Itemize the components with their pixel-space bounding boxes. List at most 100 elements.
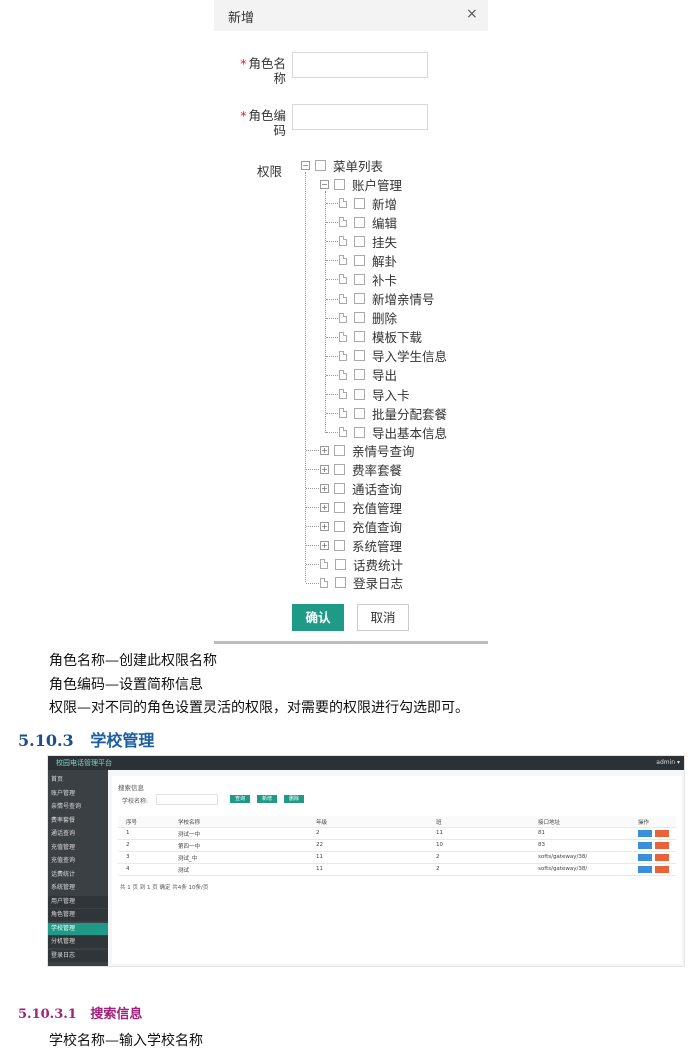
checkbox[interactable] xyxy=(354,216,365,228)
checkbox[interactable] xyxy=(354,388,365,400)
sidebar-item[interactable]: 话费统计 xyxy=(48,869,108,881)
collapse-icon[interactable]: − xyxy=(301,160,310,170)
file-icon xyxy=(339,427,347,438)
tree-node[interactable]: 登录日志 xyxy=(320,574,403,592)
confirm-button[interactable]: 确认 xyxy=(292,604,344,631)
sidebar-item[interactable]: 首页 xyxy=(48,774,108,786)
tree-node[interactable]: 导入学生信息 xyxy=(339,347,447,365)
sidebar-item[interactable]: 充值查询 xyxy=(48,855,108,867)
school-name-input[interactable] xyxy=(156,794,218,805)
tree-node-label: 模板下载 xyxy=(372,330,423,346)
delete-row-button[interactable] xyxy=(655,854,669,861)
tree-node[interactable]: 挂失 xyxy=(339,232,397,250)
tree-node[interactable]: 导出 xyxy=(339,366,397,384)
checkbox[interactable] xyxy=(354,312,365,324)
expand-icon[interactable]: + xyxy=(320,445,329,455)
tree-node[interactable]: + 通话查询 xyxy=(320,479,402,497)
tree-node[interactable]: 话费统计 xyxy=(320,555,403,573)
edit-button[interactable] xyxy=(638,842,652,849)
checkbox[interactable] xyxy=(334,444,345,456)
cancel-button[interactable]: 取消 xyxy=(357,604,409,631)
tree-node[interactable]: + 亲情号查询 xyxy=(320,441,415,459)
delete-row-button[interactable] xyxy=(655,842,669,849)
tree-node-label: 批量分配套餐 xyxy=(372,406,448,422)
checkbox[interactable] xyxy=(354,331,365,343)
edit-button[interactable] xyxy=(638,854,652,861)
checkbox[interactable] xyxy=(334,501,345,513)
edit-button[interactable] xyxy=(638,866,652,873)
file-icon xyxy=(320,559,328,569)
checkbox[interactable] xyxy=(334,539,345,551)
collapse-icon[interactable]: − xyxy=(320,179,329,189)
sidebar-item[interactable]: 亲情号查询 xyxy=(48,801,108,813)
tree-node[interactable]: 新增亲情号 xyxy=(339,290,435,308)
checkbox[interactable] xyxy=(354,369,365,381)
checkbox[interactable] xyxy=(354,254,365,266)
column-header: 学校名称 xyxy=(178,820,201,826)
sidebar-item[interactable]: 学校管理 xyxy=(48,922,108,935)
delete-row-button[interactable] xyxy=(655,866,669,873)
add-button[interactable]: 新增 xyxy=(257,795,277,803)
expand-icon[interactable]: + xyxy=(320,464,329,474)
tree-node[interactable]: 删除 xyxy=(339,309,397,327)
tree-node-label: 菜单列表 xyxy=(333,158,384,174)
sidebar-item[interactable]: 费率套餐 xyxy=(48,815,108,827)
checkbox[interactable] xyxy=(334,178,345,190)
tree-node[interactable]: 编辑 xyxy=(339,213,397,231)
table-cell: 10 xyxy=(436,842,443,848)
checkbox[interactable] xyxy=(354,197,365,209)
file-icon xyxy=(339,369,347,380)
checkbox[interactable] xyxy=(335,577,346,588)
tree-node[interactable]: 导入卡 xyxy=(339,385,410,403)
sidebar-item[interactable]: 登录日志 xyxy=(48,949,108,962)
edit-button[interactable] xyxy=(638,830,652,837)
expand-icon[interactable]: + xyxy=(320,521,329,531)
pagination[interactable]: 共 1 页 到 1 页 确定 共4条 10条/页 xyxy=(120,883,208,891)
tree-node-label: 补卡 xyxy=(372,272,398,288)
tree-node-root[interactable]: − 菜单列表 xyxy=(301,156,383,174)
checkbox[interactable] xyxy=(334,520,345,532)
checkbox[interactable] xyxy=(334,463,345,475)
sidebar-item[interactable]: 角色管理 xyxy=(48,909,108,921)
checkbox[interactable] xyxy=(354,350,365,362)
delete-button[interactable]: 删除 xyxy=(284,795,304,803)
tree-node[interactable]: + 系统管理 xyxy=(320,536,402,554)
table-cell: 2 xyxy=(126,842,130,848)
checkbox[interactable] xyxy=(354,407,365,419)
expand-icon[interactable]: + xyxy=(320,483,329,493)
expand-icon[interactable]: + xyxy=(320,502,329,512)
tree-node[interactable]: + 充值管理 xyxy=(320,498,402,516)
checkbox[interactable] xyxy=(354,235,365,247)
query-button[interactable]: 查询 xyxy=(230,795,250,803)
expand-icon[interactable]: + xyxy=(320,540,329,550)
checkbox[interactable] xyxy=(354,273,365,285)
divider xyxy=(214,641,488,644)
tree-node[interactable]: + 费率套餐 xyxy=(320,460,402,478)
sidebar-item[interactable]: 系统管理 xyxy=(48,882,108,894)
checkbox[interactable] xyxy=(354,426,365,438)
sidebar-item[interactable]: 充值管理 xyxy=(48,842,108,854)
tree-node[interactable]: 导出基本信息 xyxy=(339,423,447,441)
admin-sidebar: 首页账户管理 亲情号查询费率套餐 通话查询充值管理 充值查询话费统计 系统管理 用户管理角… xyxy=(48,770,108,966)
checkbox[interactable] xyxy=(335,558,346,570)
tree-node-label: 导入卡 xyxy=(372,387,410,403)
school-table: 序号 学校名称 年级班接口地址 操作 1 测试一中 2 11 81 2 第四一中 22 10 83 3 测试_… xyxy=(112,816,682,886)
delete-row-button[interactable] xyxy=(655,830,669,837)
tree-node[interactable]: 补卡 xyxy=(339,270,397,288)
tree-node[interactable]: 解卦 xyxy=(339,251,397,269)
admin-user-menu[interactable]: admin ▾ xyxy=(656,759,680,766)
sidebar-item[interactable]: 账户管理 xyxy=(48,788,108,800)
file-icon xyxy=(339,389,347,399)
checkbox[interactable] xyxy=(315,159,326,171)
tree-node-account[interactable]: − 账户管理 xyxy=(320,175,402,193)
checkbox[interactable] xyxy=(354,293,365,304)
tree-node[interactable]: 新增 xyxy=(339,194,397,212)
tree-node[interactable]: + 充值查询 xyxy=(320,517,402,535)
tree-node[interactable]: 模板下载 xyxy=(339,328,422,346)
sidebar-item[interactable]: 分机管理 xyxy=(48,936,108,948)
tree-node[interactable]: 批量分配套餐 xyxy=(339,404,447,422)
sidebar-item[interactable]: 用户管理 xyxy=(48,895,108,908)
tree-node-label: 费率套餐 xyxy=(352,462,403,478)
checkbox[interactable] xyxy=(334,482,345,494)
sidebar-item[interactable]: 通话查询 xyxy=(48,828,108,840)
